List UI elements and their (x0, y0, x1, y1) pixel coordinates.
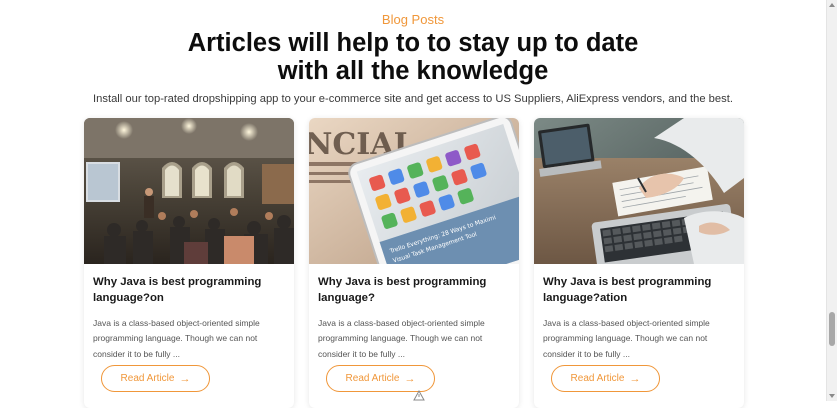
read-article-button[interactable]: Read Article → (101, 365, 210, 392)
blog-card: NCIAL Trello Everything: 28 Ways to Maxi… (309, 118, 519, 408)
blog-section: Blog Posts Articles will help to to stay… (0, 0, 826, 408)
card-image-conference[interactable] (84, 118, 294, 264)
blog-card: Why Java is best programming language?at… (534, 118, 744, 408)
card-title[interactable]: Why Java is best programming language? (318, 274, 508, 306)
scroll-up-arrow-icon[interactable] (829, 3, 835, 7)
arrow-right-icon: → (404, 372, 416, 385)
read-article-label: Read Article (120, 373, 175, 384)
arrow-right-icon: → (629, 372, 641, 385)
card-image-laptop[interactable] (534, 118, 744, 264)
card-title[interactable]: Why Java is best programming language?on (93, 274, 283, 306)
card-excerpt: Java is a class-based object-oriented si… (93, 318, 260, 359)
section-headline: Articles will help to to stay up to date… (0, 29, 826, 85)
headline-line-2: with all the knowledge (277, 57, 549, 85)
read-article-label: Read Article (570, 373, 625, 384)
read-article-button[interactable]: Read Article → (326, 365, 435, 392)
tablet-newspaper-photo: NCIAL Trello Everything: 28 Ways to Maxi… (309, 118, 519, 264)
section-subtitle: Install our top-rated dropshipping app t… (93, 93, 733, 105)
card-title[interactable]: Why Java is best programming language?at… (543, 274, 733, 306)
blog-card: Why Java is best programming language?on… (84, 118, 294, 408)
vertical-scrollbar[interactable] (826, 0, 837, 401)
read-article-label: Read Article (345, 373, 400, 384)
blog-card-list: Why Java is best programming language?on… (84, 118, 746, 408)
caret-up-icon[interactable] (413, 390, 425, 401)
section-eyebrow: Blog Posts (381, 12, 445, 27)
scroll-down-arrow-icon[interactable] (829, 394, 835, 398)
card-excerpt: Java is a class-based object-oriented si… (318, 318, 485, 359)
headline-line-1: Articles will help to to stay up to date (187, 29, 639, 57)
scrollbar-thumb[interactable] (829, 312, 835, 346)
laptop-notes-photo (534, 118, 744, 264)
arrow-right-icon: → (179, 372, 191, 385)
read-article-button[interactable]: Read Article → (551, 365, 660, 392)
card-image-tablet[interactable]: NCIAL Trello Everything: 28 Ways to Maxi… (309, 118, 519, 264)
card-excerpt: Java is a class-based object-oriented si… (543, 318, 710, 359)
conference-room-photo (84, 118, 294, 264)
